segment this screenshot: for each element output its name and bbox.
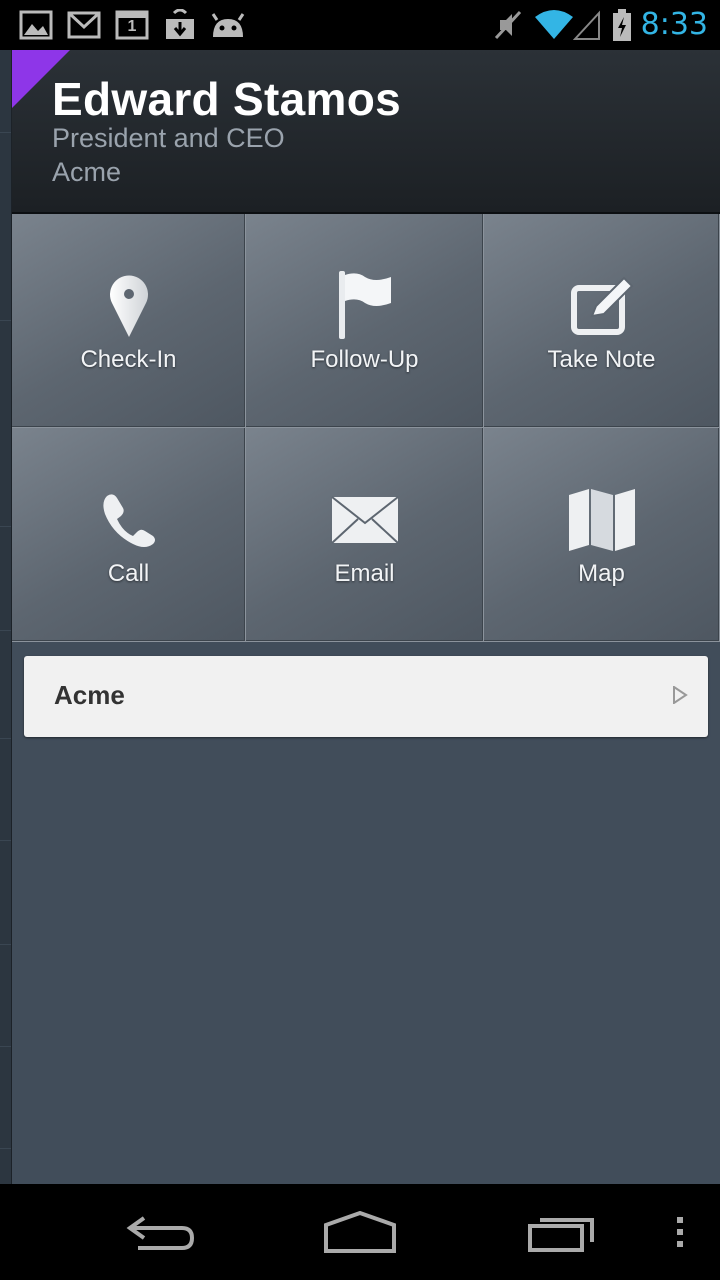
follow-up-label: Follow-Up: [310, 346, 419, 373]
edit-note-icon: [484, 270, 719, 342]
gallery-icon: [18, 6, 54, 44]
email-button[interactable]: Email: [246, 428, 484, 642]
contact-header: Edward Stamos President and CEO Acme: [12, 50, 720, 214]
call-label: Call: [107, 560, 150, 587]
map-label: Map: [578, 560, 625, 587]
account-name: Acme: [54, 680, 125, 710]
contact-company: Acme: [52, 157, 122, 187]
overflow-menu-icon[interactable]: [664, 1202, 696, 1262]
android-icon: [208, 6, 248, 44]
call-button[interactable]: Call: [12, 428, 246, 642]
flag-icon: [246, 270, 483, 342]
map-button[interactable]: Map: [484, 428, 720, 642]
take-note-label: Take Note: [547, 346, 656, 373]
email-label: Email: [334, 560, 395, 587]
battery-charging-icon: [610, 6, 634, 44]
check-in-label: Check-In: [80, 346, 177, 373]
status-time: 8:33: [640, 7, 708, 42]
wifi-icon: [532, 6, 576, 44]
home-icon[interactable]: [318, 1202, 402, 1262]
gmail-icon: [66, 6, 102, 44]
action-grid: Check-In Follow-Up Take Note Call Email …: [12, 214, 720, 642]
account-row[interactable]: Acme: [24, 656, 708, 737]
mute-icon: [490, 6, 526, 44]
take-note-button[interactable]: Take Note: [484, 214, 720, 428]
download-icon: [162, 6, 198, 44]
check-in-button[interactable]: Check-In: [12, 214, 246, 428]
calendar-icon: 1: [114, 6, 150, 44]
back-icon[interactable]: [120, 1202, 200, 1262]
phone-icon: [12, 484, 245, 556]
follow-up-button[interactable]: Follow-Up: [246, 214, 484, 428]
envelope-icon: [246, 484, 483, 556]
signal-icon: [572, 6, 602, 44]
status-bar: 1 8:33: [0, 0, 720, 50]
map-pin-icon: [12, 270, 245, 342]
contact-title: President and CEO: [52, 123, 285, 153]
map-icon: [484, 484, 719, 556]
chevron-right-icon: [672, 685, 688, 709]
recent-apps-icon[interactable]: [522, 1202, 602, 1262]
contact-name: Edward Stamos: [52, 73, 401, 125]
calendar-day: 1: [127, 18, 137, 35]
content-area: Acme: [12, 642, 720, 1184]
underlying-list-edge: [0, 50, 12, 1184]
navigation-bar: [0, 1184, 720, 1280]
